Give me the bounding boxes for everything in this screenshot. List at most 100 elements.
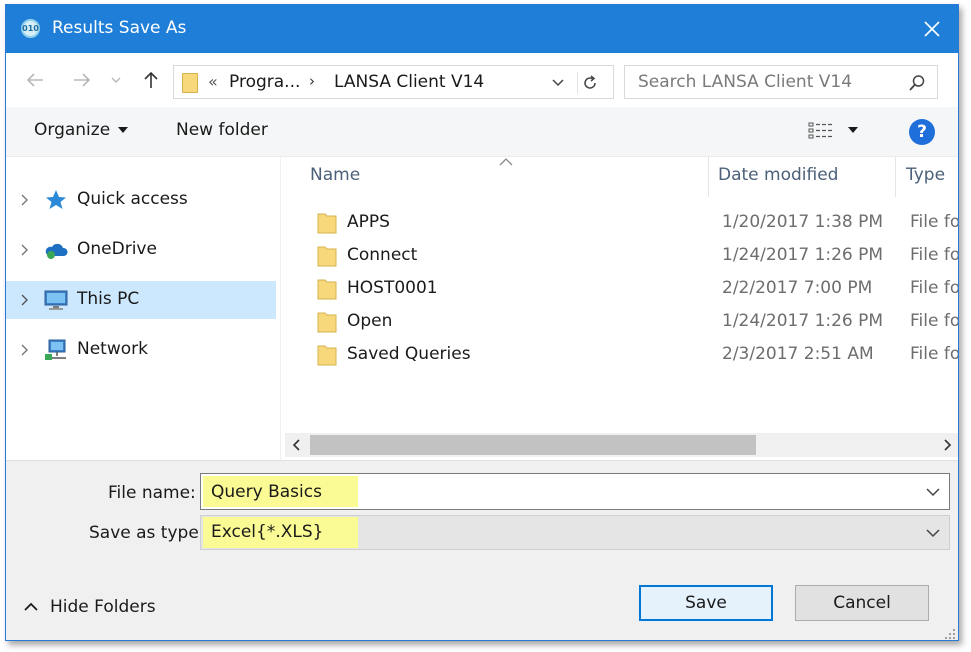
- file-type: File folder: [910, 212, 958, 232]
- folder-icon: [317, 279, 337, 300]
- file-type: File folder: [910, 245, 958, 265]
- list-item[interactable]: APPS 1/20/2017 1:38 PM File folder: [307, 207, 958, 240]
- list-item[interactable]: Open 1/24/2017 1:26 PM File folder: [307, 306, 958, 339]
- resize-grip-icon[interactable]: [944, 628, 956, 640]
- breadcrumb-separator[interactable]: ›: [309, 72, 315, 90]
- overflow-chevron[interactable]: «: [208, 72, 218, 91]
- back-button[interactable]: [22, 67, 48, 93]
- list-item[interactable]: Connect 1/24/2017 1:26 PM File folder: [307, 240, 958, 273]
- save-label: Save: [685, 593, 727, 613]
- folder-icon: [317, 213, 337, 234]
- help-icon: ?: [917, 122, 927, 142]
- file-type: File folder: [910, 311, 958, 331]
- nav-item-onedrive[interactable]: OneDrive: [6, 231, 276, 269]
- chevron-down-icon[interactable]: [925, 525, 941, 541]
- column-header-date-modified[interactable]: Date modified: [718, 165, 838, 185]
- chevron-up-icon: [24, 602, 38, 611]
- details-view-icon: [808, 122, 834, 139]
- new-folder-label: New folder: [176, 120, 268, 140]
- arrow-up-icon: [144, 71, 158, 88]
- breadcrumb-program-files[interactable]: Progra...: [229, 72, 300, 92]
- close-button[interactable]: [912, 9, 952, 49]
- chevron-down-icon: [552, 79, 564, 87]
- expand-chevron-icon[interactable]: [19, 192, 31, 208]
- file-type: File folder: [910, 278, 958, 298]
- column-divider[interactable]: [708, 157, 709, 197]
- nav-item-network[interactable]: Network: [6, 331, 276, 369]
- help-button[interactable]: ?: [909, 119, 935, 145]
- column-header-type[interactable]: Type: [906, 165, 945, 185]
- search-input[interactable]: [625, 66, 937, 98]
- file-name: HOST0001: [347, 278, 438, 298]
- hide-folders-button[interactable]: Hide Folders: [24, 597, 156, 617]
- forward-button[interactable]: [69, 67, 95, 93]
- title-bar: 010 Results Save As: [6, 5, 958, 53]
- expand-chevron-icon[interactable]: [19, 292, 31, 308]
- folder-icon: [317, 345, 337, 366]
- close-icon: [924, 21, 940, 37]
- organize-button[interactable]: Organize: [34, 120, 129, 140]
- app-icon: 010: [21, 19, 40, 38]
- file-date: 1/24/2017 1:26 PM: [722, 311, 884, 331]
- star-icon: [46, 190, 66, 209]
- list-item[interactable]: HOST0001 2/2/2017 7:00 PM File folder: [307, 273, 958, 306]
- network-icon: [45, 339, 66, 360]
- file-name-label: File name:: [108, 483, 196, 503]
- search-icon[interactable]: [908, 74, 926, 92]
- nav-item-this-pc[interactable]: This PC: [6, 281, 276, 319]
- refresh-button[interactable]: [577, 72, 601, 94]
- computer-icon: [44, 290, 68, 310]
- file-list: Name Date modified Type APPS 1/20/2017 1…: [281, 157, 958, 460]
- up-button[interactable]: [138, 67, 164, 93]
- organize-label: Organize: [34, 120, 111, 140]
- address-row: « Progra... › LANSA Client V14: [6, 53, 958, 107]
- save-button[interactable]: Save: [639, 585, 773, 621]
- file-name: Connect: [347, 245, 418, 265]
- scroll-left-icon[interactable]: [288, 437, 304, 453]
- save-as-dialog: 010 Results Save As « Progra... › LANSA …: [5, 4, 959, 641]
- scrollbar-thumb[interactable]: [310, 435, 756, 455]
- breadcrumb-lansa-client[interactable]: LANSA Client V14: [334, 72, 484, 92]
- column-divider[interactable]: [895, 157, 896, 197]
- address-bar[interactable]: « Progra... › LANSA Client V14: [173, 65, 614, 99]
- list-item[interactable]: Saved Queries 2/3/2017 2:51 AM File fold…: [307, 339, 958, 372]
- nav-item-label: Network: [77, 339, 148, 359]
- file-name-combobox[interactable]: [200, 473, 950, 510]
- navigation-pane: Quick access OneDrive This PC Network: [6, 157, 280, 460]
- file-name-input[interactable]: [201, 474, 949, 509]
- cancel-button[interactable]: Cancel: [795, 585, 929, 621]
- new-folder-button[interactable]: New folder: [176, 120, 268, 140]
- change-view-button[interactable]: [808, 121, 858, 139]
- folder-icon: [317, 312, 337, 333]
- horizontal-scrollbar[interactable]: [285, 433, 958, 457]
- expand-chevron-icon[interactable]: [19, 342, 31, 358]
- file-type: File folder: [910, 344, 958, 364]
- file-name: APPS: [347, 212, 390, 232]
- nav-item-label: OneDrive: [77, 239, 157, 259]
- folder-icon: [182, 73, 198, 93]
- nav-item-quick-access[interactable]: Quick access: [6, 181, 276, 219]
- file-name: Saved Queries: [347, 344, 471, 364]
- save-as-type-label: Save as type:: [89, 523, 205, 543]
- search-box[interactable]: [624, 65, 938, 99]
- nav-item-label: This PC: [77, 289, 140, 309]
- column-header-name[interactable]: Name: [310, 165, 360, 185]
- save-as-type-select[interactable]: Excel{*.XLS}: [200, 515, 950, 550]
- file-date: 2/3/2017 2:51 AM: [722, 344, 874, 364]
- recent-locations-button[interactable]: [107, 67, 125, 93]
- file-date: 1/20/2017 1:38 PM: [722, 212, 884, 232]
- refresh-icon: [583, 75, 596, 89]
- browser-area: Quick access OneDrive This PC Network Na…: [6, 157, 958, 460]
- address-dropdown-button[interactable]: [547, 73, 569, 93]
- chevron-down-icon: [111, 77, 121, 83]
- expand-chevron-icon[interactable]: [19, 242, 31, 258]
- folder-icon: [317, 246, 337, 267]
- scroll-right-icon[interactable]: [940, 437, 956, 453]
- caret-down-icon: [118, 127, 129, 133]
- save-as-type-value: Excel{*.XLS}: [211, 522, 324, 542]
- caret-down-icon: [848, 127, 858, 133]
- chevron-down-icon[interactable]: [925, 484, 941, 500]
- cancel-label: Cancel: [833, 593, 891, 613]
- nav-item-label: Quick access: [77, 189, 188, 209]
- file-date: 2/2/2017 7:00 PM: [722, 278, 873, 298]
